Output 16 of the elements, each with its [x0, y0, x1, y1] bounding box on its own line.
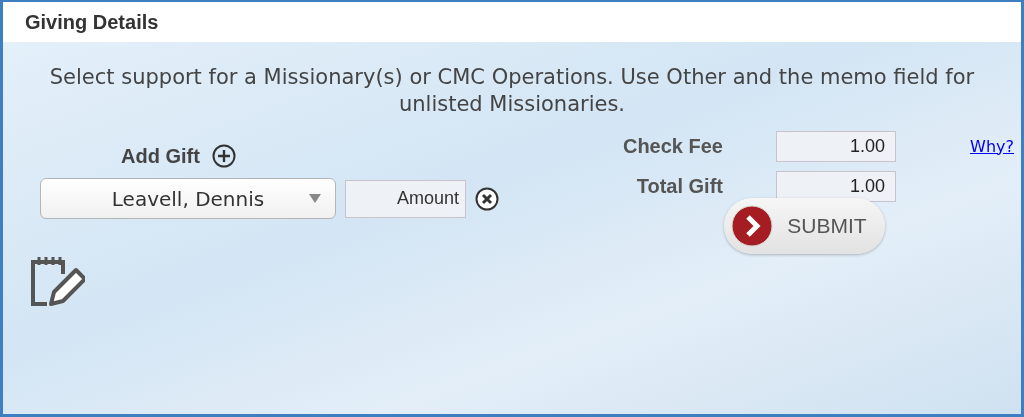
- check-fee-field[interactable]: 1.00: [776, 130, 896, 162]
- add-gift-label: Add Gift: [121, 144, 200, 168]
- amount-field[interactable]: Amount: [345, 179, 466, 218]
- remove-icon[interactable]: [475, 186, 499, 211]
- recipient-dropdown[interactable]: Leavell, Dennis: [40, 178, 336, 219]
- chevron-icon: [731, 205, 774, 247]
- check-fee-label: Check Fee: [622, 134, 723, 158]
- submit-button[interactable]: SUBMIT: [724, 198, 885, 254]
- instructions-text: Select support for a Missionary(s) or CMC Operations. Use Other and the memo field for unlisted Missionaries.: [48, 64, 976, 118]
- add-icon[interactable]: [211, 144, 236, 168]
- notepad-pencil-icon[interactable]: [29, 254, 85, 308]
- caret-icon: [309, 194, 321, 203]
- total-gift-label: Total Gift: [636, 174, 723, 198]
- panel-title: Giving Details: [25, 10, 159, 34]
- total-gift-field[interactable]: 1.00: [776, 170, 896, 202]
- why-link[interactable]: Why?: [970, 136, 1014, 156]
